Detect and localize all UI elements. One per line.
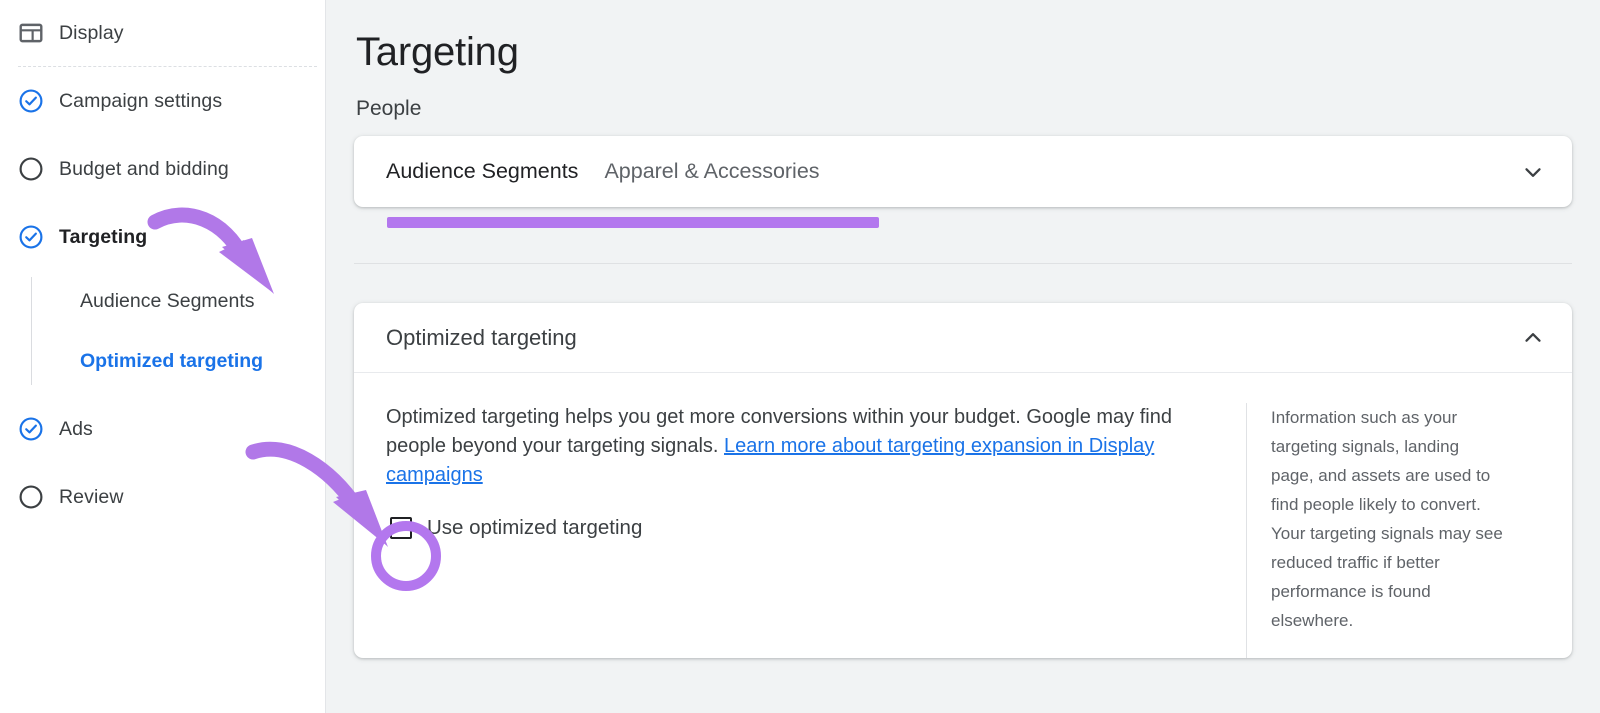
sidebar-item-review[interactable]: Review bbox=[0, 463, 325, 531]
optimized-targeting-description: Optimized targeting helps you get more c… bbox=[386, 403, 1216, 490]
section-label-people: People bbox=[354, 75, 1572, 121]
circle-outline-icon bbox=[18, 483, 46, 511]
sidebar-item-label: Display bbox=[59, 22, 124, 45]
display-layout-icon bbox=[18, 19, 46, 47]
tab-apparel-accessories[interactable]: Apparel & Accessories bbox=[604, 159, 819, 184]
section-divider bbox=[354, 263, 1572, 264]
summary-tabs: Audience Segments Apparel & Accessories bbox=[386, 159, 1518, 184]
sidebar-item-label: Campaign settings bbox=[59, 90, 222, 113]
check-circle-icon bbox=[18, 223, 46, 251]
optimized-targeting-left-column: Optimized targeting helps you get more c… bbox=[386, 403, 1246, 658]
sidebar-item-label: Budget and bidding bbox=[59, 158, 229, 181]
sidebar-item-targeting[interactable]: Targeting bbox=[0, 203, 325, 271]
check-circle-icon bbox=[18, 415, 46, 443]
subnav-guide-line bbox=[31, 277, 32, 385]
sidebar-item-label: Ads bbox=[59, 418, 93, 441]
sidebar-item-label: Targeting bbox=[59, 226, 147, 249]
sidebar-item-audience-segments[interactable]: Audience Segments bbox=[31, 271, 325, 331]
chevron-down-icon[interactable] bbox=[1518, 157, 1548, 187]
optimized-targeting-card-body: Optimized targeting helps you get more c… bbox=[354, 373, 1572, 658]
optimized-targeting-info-panel: Information such as your targeting signa… bbox=[1246, 403, 1506, 658]
sidebar-subnav-targeting: Audience Segments Optimized targeting bbox=[0, 271, 325, 391]
sidebar-item-display[interactable]: Display bbox=[0, 0, 325, 66]
optimized-targeting-title: Optimized targeting bbox=[386, 325, 1518, 351]
optimized-targeting-card-header[interactable]: Optimized targeting bbox=[354, 303, 1572, 373]
sidebar-item-ads[interactable]: Ads bbox=[0, 395, 325, 463]
main-content: Targeting People Audience Segments Appar… bbox=[326, 0, 1600, 713]
circle-outline-icon bbox=[18, 155, 46, 183]
use-optimized-targeting-checkbox[interactable] bbox=[390, 517, 412, 539]
sidebar-subitem-label: Optimized targeting bbox=[80, 350, 263, 373]
check-circle-icon bbox=[18, 87, 46, 115]
optimized-targeting-info-text: Information such as your targeting signa… bbox=[1271, 403, 1506, 635]
sidebar-item-budget-and-bidding[interactable]: Budget and bidding bbox=[0, 135, 325, 203]
use-optimized-targeting-row[interactable]: Use optimized targeting bbox=[390, 516, 1216, 540]
sidebar-subitem-label: Audience Segments bbox=[80, 290, 255, 313]
sidebar-nav: Display Campaign settings Budget and bid… bbox=[0, 0, 326, 713]
page-title: Targeting bbox=[354, 0, 1572, 75]
use-optimized-targeting-label: Use optimized targeting bbox=[427, 516, 642, 540]
sidebar-item-optimized-targeting[interactable]: Optimized targeting bbox=[31, 331, 325, 391]
campaign-setup-page: Display Campaign settings Budget and bid… bbox=[0, 0, 1600, 713]
optimized-targeting-card: Optimized targeting Optimized targeting … bbox=[354, 303, 1572, 658]
chevron-up-icon[interactable] bbox=[1518, 323, 1548, 353]
sidebar-item-label: Review bbox=[59, 486, 124, 509]
audience-segments-summary-card[interactable]: Audience Segments Apparel & Accessories bbox=[354, 136, 1572, 207]
sidebar-item-campaign-settings[interactable]: Campaign settings bbox=[0, 67, 325, 135]
tab-audience-segments[interactable]: Audience Segments bbox=[386, 159, 578, 184]
